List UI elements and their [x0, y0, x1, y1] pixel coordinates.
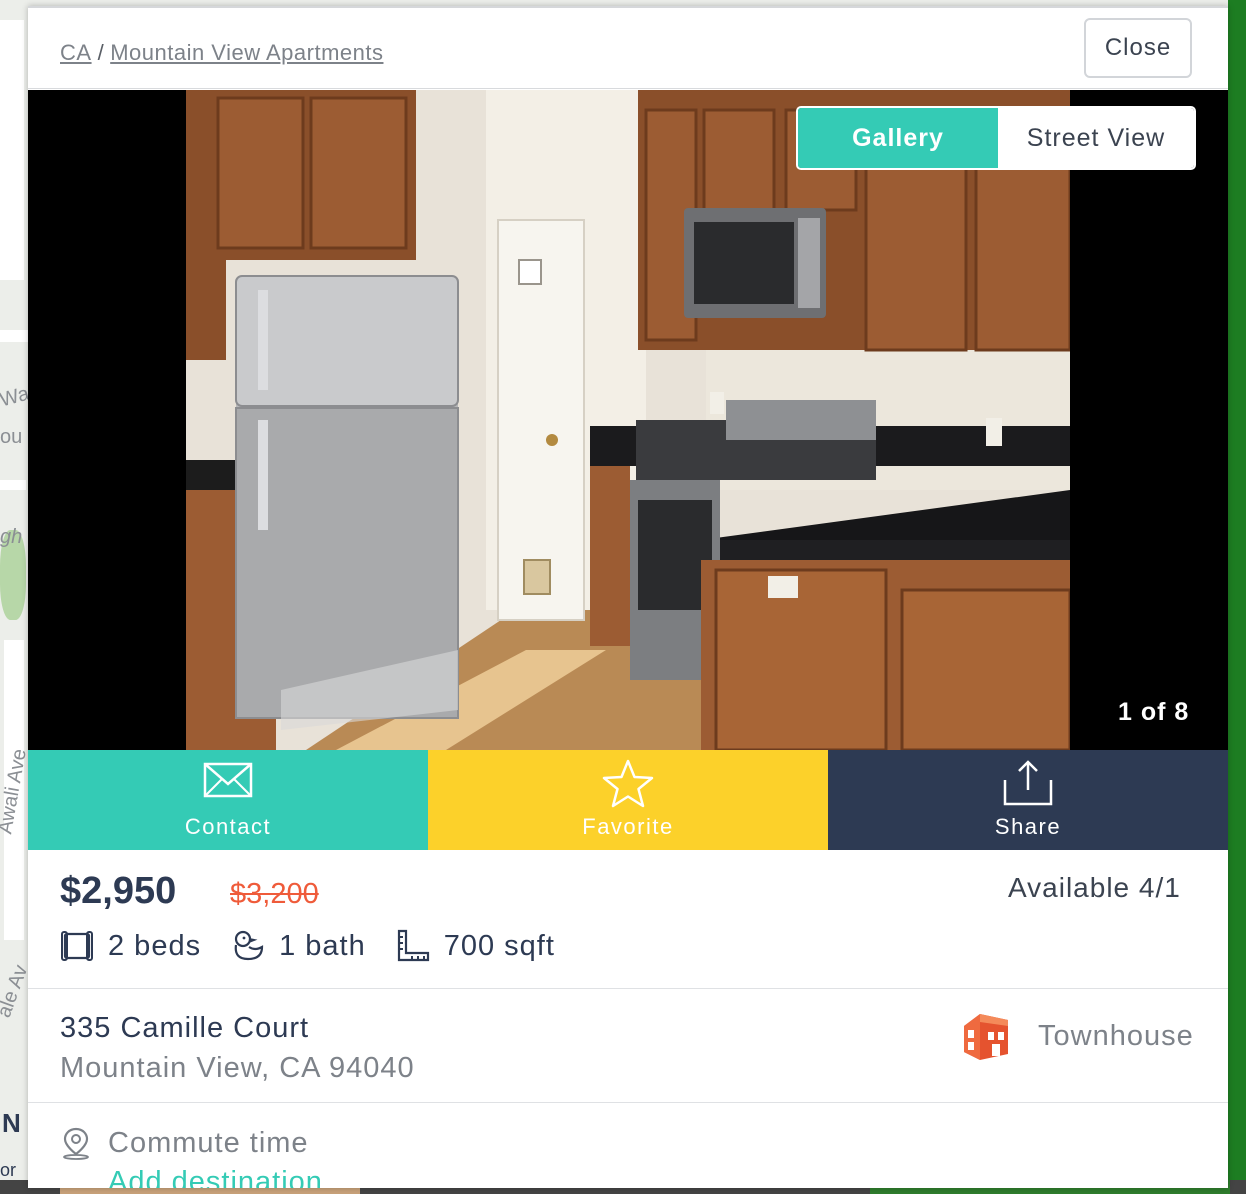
address-city: Mountain View, CA 94040: [60, 1052, 415, 1084]
commute-section: Commute time: [60, 1126, 309, 1160]
photo-gallery[interactable]: Gallery Street View 1 of 8: [28, 90, 1228, 750]
favorite-label: Favorite: [582, 814, 674, 839]
baths-label: 1 bath: [279, 929, 366, 962]
commute-label: Commute time: [108, 1126, 309, 1159]
share-label: Share: [994, 814, 1062, 839]
listing-modal: CA / Mountain View Apartments Close Gall…: [28, 6, 1228, 1188]
divider: [28, 988, 1228, 989]
modal-header: CA / Mountain View Apartments Close: [28, 8, 1228, 89]
townhouse-icon: [964, 1014, 1008, 1060]
listing-specs: 2 beds 1 bath 700 sqft: [60, 926, 585, 966]
gallery-tab[interactable]: Gallery: [798, 108, 998, 168]
breadcrumb-state-link[interactable]: CA: [60, 40, 92, 65]
contact-label: Contact: [184, 814, 272, 839]
original-price: $3,200: [230, 878, 319, 910]
baths-spec: 1 bath: [231, 929, 366, 963]
action-bar: Contact Favorite Share: [28, 750, 1228, 850]
breadcrumb-listing-link[interactable]: Mountain View Apartments: [110, 40, 383, 65]
breadcrumb: CA / Mountain View Apartments: [60, 40, 383, 66]
address-street: 335 Camille Court: [60, 1012, 310, 1044]
divider: [28, 1102, 1228, 1103]
share-button[interactable]: Share: [828, 750, 1228, 850]
map-right-edge: [1228, 0, 1246, 1194]
price: $2,950: [60, 870, 177, 912]
envelope-icon: [203, 762, 253, 798]
listing-photo: [186, 90, 1070, 750]
street-view-tab[interactable]: Street View: [998, 108, 1194, 168]
map-label: N: [2, 1108, 21, 1138]
star-icon: [602, 759, 654, 808]
favorite-button[interactable]: Favorite: [428, 750, 828, 850]
add-destination-link[interactable]: Add destination: [108, 1166, 323, 1188]
bed-icon: [61, 931, 93, 961]
share-icon: [1003, 760, 1053, 806]
map-label: gh: [0, 526, 23, 548]
map-label: or: [0, 1160, 17, 1180]
map-label: ou: [0, 426, 23, 448]
beds-spec: 2 beds: [60, 929, 201, 963]
contact-button[interactable]: Contact: [28, 750, 428, 850]
sqft-label: 700 sqft: [443, 929, 555, 962]
close-button[interactable]: Close: [1084, 18, 1192, 78]
ruler-icon: [397, 929, 429, 962]
bath-duck-icon: [234, 930, 264, 961]
map-label: Wa: [0, 382, 32, 412]
availability-date: Available 4/1: [1008, 872, 1181, 903]
property-type-label: Townhouse: [1038, 1019, 1194, 1052]
sqft-spec: 700 sqft: [396, 929, 555, 963]
property-type: Townhouse: [958, 1008, 1194, 1064]
beds-label: 2 beds: [108, 929, 202, 962]
location-pin-icon: [63, 1127, 89, 1160]
view-toggle: Gallery Street View: [796, 106, 1196, 170]
photo-counter: 1 of 8: [1118, 698, 1190, 726]
breadcrumb-separator: /: [97, 40, 105, 65]
